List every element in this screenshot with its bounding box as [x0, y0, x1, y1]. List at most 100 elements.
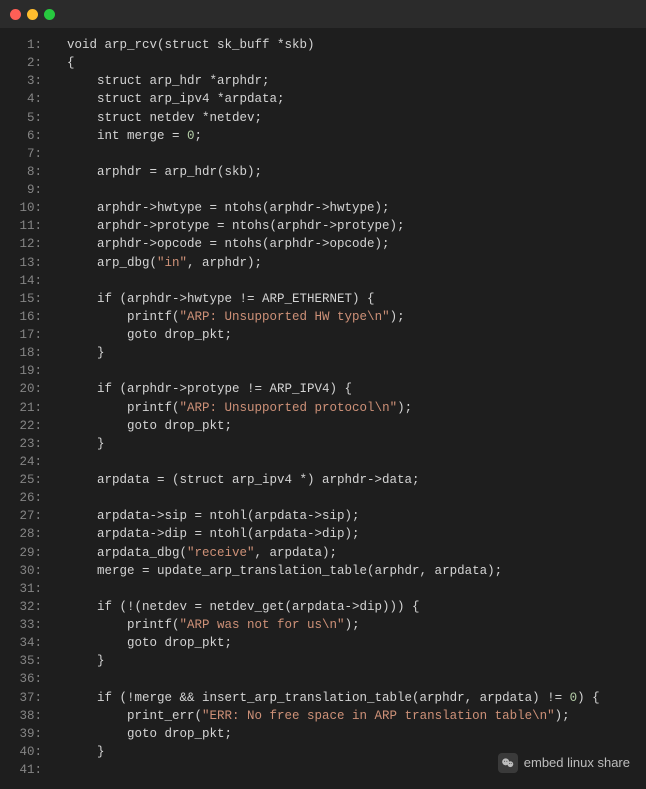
code-line: 12: arphdr->opcode = ntohs(arphdr->opcod… [0, 235, 646, 253]
line-number: 28: [0, 525, 52, 543]
code-content: arphdr = arp_hdr(skb); [52, 163, 646, 181]
line-number: 18: [0, 344, 52, 362]
line-number: 39: [0, 725, 52, 743]
line-number: 29: [0, 544, 52, 562]
code-content [52, 453, 646, 471]
line-number: 5: [0, 109, 52, 127]
close-icon[interactable] [10, 9, 21, 20]
code-line: 11: arphdr->protype = ntohs(arphdr->prot… [0, 217, 646, 235]
line-number: 1: [0, 36, 52, 54]
watermark-text: embed linux share [524, 754, 630, 773]
code-content: printf("ARP: Unsupported HW type\n"); [52, 308, 646, 326]
line-number: 2: [0, 54, 52, 72]
code-content: if (arphdr->protype != ARP_IPV4) { [52, 380, 646, 398]
line-number: 34: [0, 634, 52, 652]
code-line: 18: } [0, 344, 646, 362]
code-content: arpdata_dbg("receive", arpdata); [52, 544, 646, 562]
code-content: arphdr->opcode = ntohs(arphdr->opcode); [52, 235, 646, 253]
code-window: 1: void arp_rcv(struct sk_buff *skb)2: {… [0, 0, 646, 789]
code-content: goto drop_pkt; [52, 634, 646, 652]
maximize-icon[interactable] [44, 9, 55, 20]
code-line: 13: arp_dbg("in", arphdr); [0, 254, 646, 272]
watermark: embed linux share [498, 753, 630, 773]
code-content: int merge = 0; [52, 127, 646, 145]
line-number: 23: [0, 435, 52, 453]
code-line: 30: merge = update_arp_translation_table… [0, 562, 646, 580]
code-content [52, 181, 646, 199]
code-line: 5: struct netdev *netdev; [0, 109, 646, 127]
code-content: arpdata->dip = ntohl(arpdata->dip); [52, 525, 646, 543]
code-content [52, 272, 646, 290]
code-content: } [52, 344, 646, 362]
code-line: 17: goto drop_pkt; [0, 326, 646, 344]
code-line: 21: printf("ARP: Unsupported protocol\n"… [0, 399, 646, 417]
code-content [52, 145, 646, 163]
line-number: 15: [0, 290, 52, 308]
line-number: 21: [0, 399, 52, 417]
line-number: 12: [0, 235, 52, 253]
code-line: 26: [0, 489, 646, 507]
line-number: 41: [0, 761, 52, 779]
line-number: 30: [0, 562, 52, 580]
code-line: 19: [0, 362, 646, 380]
code-line: 34: goto drop_pkt; [0, 634, 646, 652]
code-content: arphdr->hwtype = ntohs(arphdr->hwtype); [52, 199, 646, 217]
line-number: 11: [0, 217, 52, 235]
line-number: 14: [0, 272, 52, 290]
line-number: 27: [0, 507, 52, 525]
code-content [52, 670, 646, 688]
wechat-icon [498, 753, 518, 773]
code-line: 22: goto drop_pkt; [0, 417, 646, 435]
code-line: 7: [0, 145, 646, 163]
code-content: goto drop_pkt; [52, 417, 646, 435]
line-number: 37: [0, 689, 52, 707]
code-line: 10: arphdr->hwtype = ntohs(arphdr->hwtyp… [0, 199, 646, 217]
line-number: 20: [0, 380, 52, 398]
code-line: 8: arphdr = arp_hdr(skb); [0, 163, 646, 181]
line-number: 8: [0, 163, 52, 181]
code-line: 1: void arp_rcv(struct sk_buff *skb) [0, 36, 646, 54]
titlebar [0, 0, 646, 28]
code-content: goto drop_pkt; [52, 326, 646, 344]
code-content: printf("ARP: Unsupported protocol\n"); [52, 399, 646, 417]
code-line: 35: } [0, 652, 646, 670]
code-content: arp_dbg("in", arphdr); [52, 254, 646, 272]
line-number: 10: [0, 199, 52, 217]
code-content: void arp_rcv(struct sk_buff *skb) [52, 36, 646, 54]
code-line: 39: goto drop_pkt; [0, 725, 646, 743]
code-line: 31: [0, 580, 646, 598]
line-number: 6: [0, 127, 52, 145]
line-number: 16: [0, 308, 52, 326]
code-content: arpdata->sip = ntohl(arpdata->sip); [52, 507, 646, 525]
code-line: 38: print_err("ERR: No free space in ARP… [0, 707, 646, 725]
code-content: if (!(netdev = netdev_get(arpdata->dip))… [52, 598, 646, 616]
code-line: 20: if (arphdr->protype != ARP_IPV4) { [0, 380, 646, 398]
line-number: 36: [0, 670, 52, 688]
code-content: if (!merge && insert_arp_translation_tab… [52, 689, 646, 707]
line-number: 19: [0, 362, 52, 380]
code-content: { [52, 54, 646, 72]
code-line: 2: { [0, 54, 646, 72]
code-area: 1: void arp_rcv(struct sk_buff *skb)2: {… [0, 28, 646, 787]
code-content [52, 489, 646, 507]
code-line: 4: struct arp_ipv4 *arpdata; [0, 90, 646, 108]
line-number: 31: [0, 580, 52, 598]
code-line: 28: arpdata->dip = ntohl(arpdata->dip); [0, 525, 646, 543]
code-content: struct arp_hdr *arphdr; [52, 72, 646, 90]
code-content: arphdr->protype = ntohs(arphdr->protype)… [52, 217, 646, 235]
code-line: 24: [0, 453, 646, 471]
code-line: 32: if (!(netdev = netdev_get(arpdata->d… [0, 598, 646, 616]
code-content: struct netdev *netdev; [52, 109, 646, 127]
code-line: 36: [0, 670, 646, 688]
minimize-icon[interactable] [27, 9, 38, 20]
code-line: 25: arpdata = (struct arp_ipv4 *) arphdr… [0, 471, 646, 489]
code-content: } [52, 435, 646, 453]
code-content: struct arp_ipv4 *arpdata; [52, 90, 646, 108]
line-number: 9: [0, 181, 52, 199]
line-number: 26: [0, 489, 52, 507]
code-line: 9: [0, 181, 646, 199]
code-content: if (arphdr->hwtype != ARP_ETHERNET) { [52, 290, 646, 308]
code-line: 6: int merge = 0; [0, 127, 646, 145]
code-content: arpdata = (struct arp_ipv4 *) arphdr->da… [52, 471, 646, 489]
line-number: 4: [0, 90, 52, 108]
